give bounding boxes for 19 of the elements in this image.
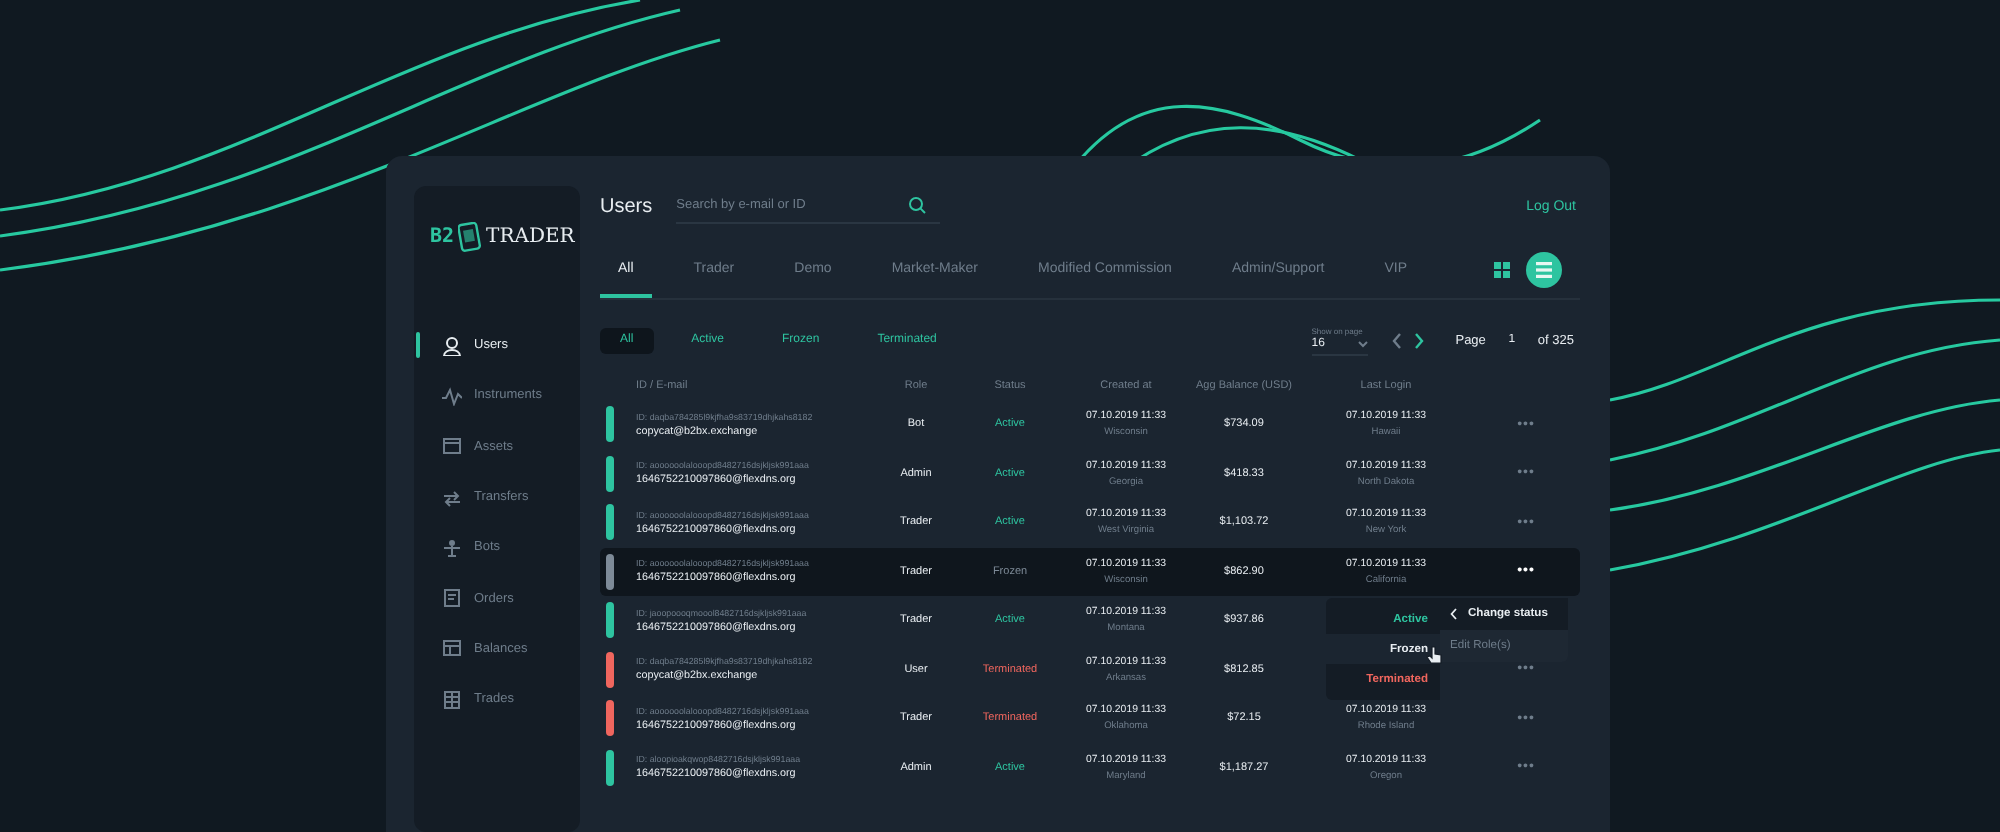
- user-icon: [442, 335, 462, 356]
- next-page-button[interactable]: [1413, 331, 1424, 349]
- previous-page-button[interactable]: [1391, 331, 1402, 349]
- document-icon: [442, 588, 462, 609]
- list-view-button[interactable]: [1526, 252, 1562, 288]
- folder-icon: [442, 436, 462, 457]
- logo-icon: [458, 221, 483, 251]
- table-icon: [442, 638, 462, 659]
- chevron-right-icon: [1413, 331, 1424, 349]
- page-title: Users: [600, 195, 653, 217]
- grid-icon: [1494, 262, 1510, 278]
- logo-prefix: B2: [430, 225, 455, 247]
- arrows-icon: [442, 487, 462, 508]
- logo-name: TRADER: [486, 225, 575, 247]
- search-icon: [908, 196, 927, 214]
- pulse-icon: [442, 385, 462, 406]
- caret-icon: [1357, 340, 1368, 348]
- chevron-left-icon: [1450, 608, 1458, 620]
- chevron-left-icon: [1391, 331, 1402, 349]
